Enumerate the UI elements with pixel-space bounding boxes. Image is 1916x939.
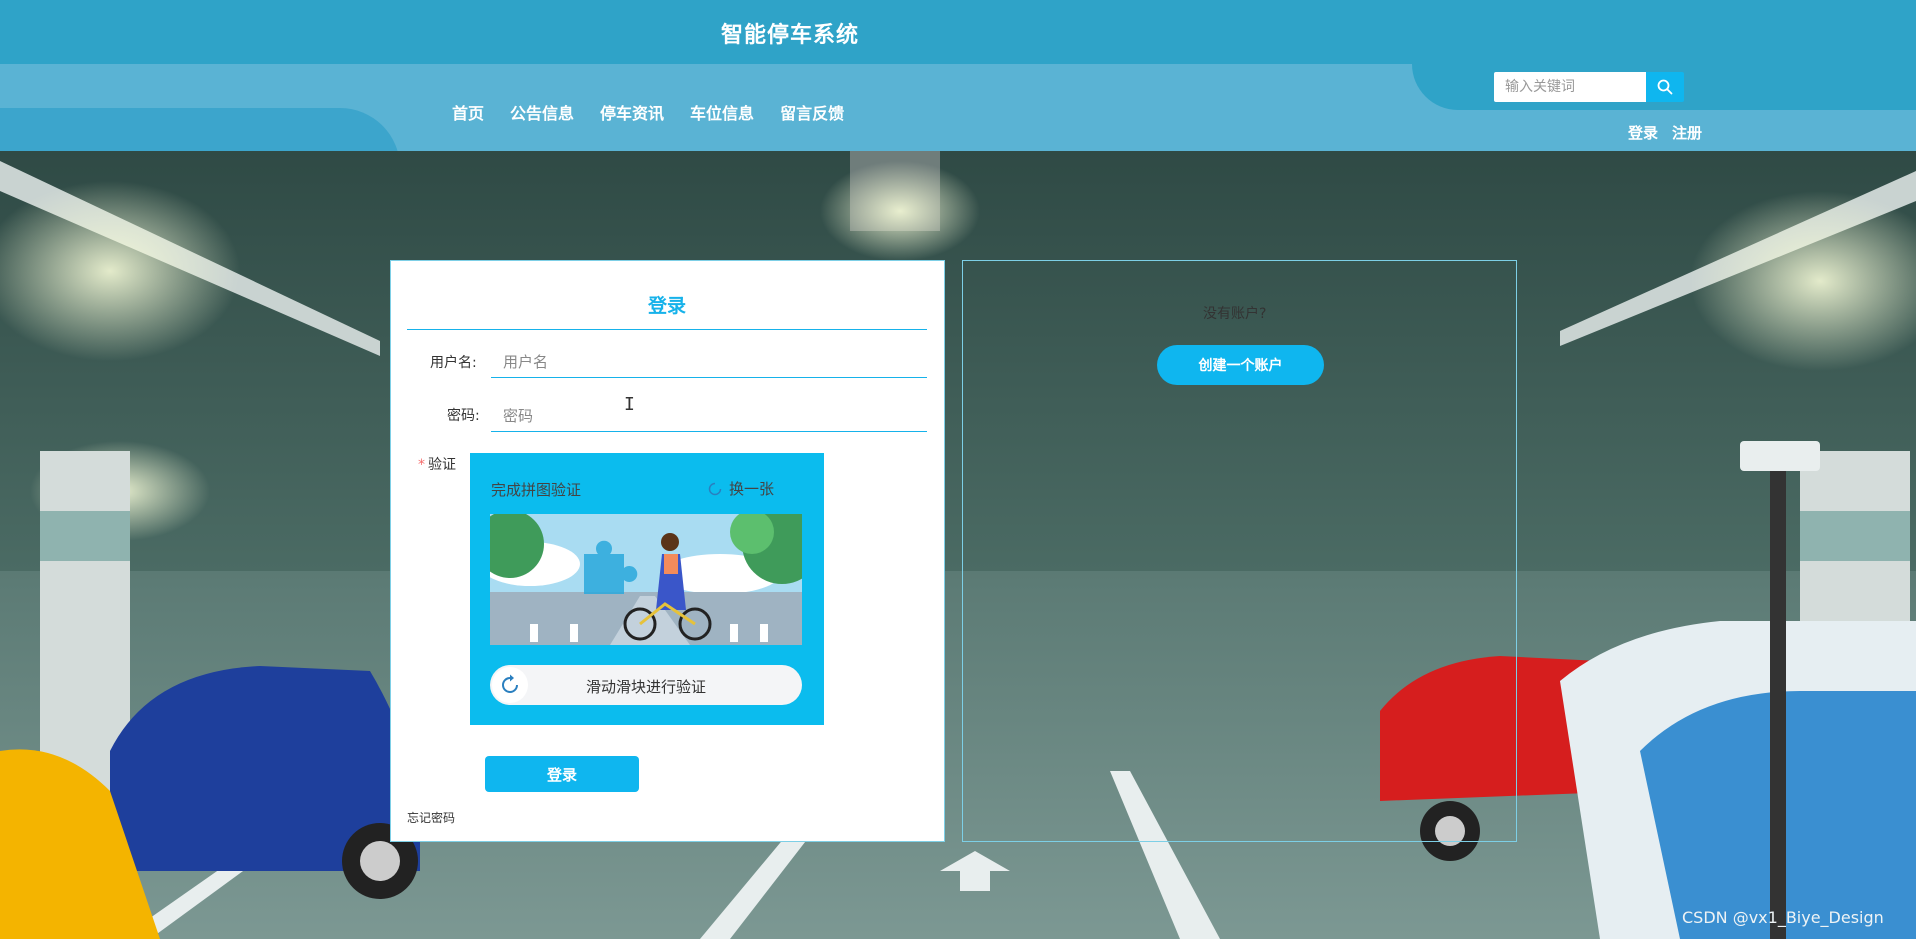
signup-panel: 没有账户? 创建一个账户 [962,260,1517,842]
top-header-bar: 智能停车系统 [0,0,1916,64]
parking-garage-background [0,151,1916,939]
forgot-password-link[interactable]: 忘记密码 [407,809,455,826]
login-panel: 登录 用户名: 密码: *验证 完成拼图验证 换一张 [390,260,945,842]
slider-refresh-icon [502,674,518,693]
captcha-title: 完成拼图验证 [491,481,582,499]
watermark: CSDN @vx1_Biye_Design [1682,908,1884,927]
heading-divider [407,329,927,330]
captcha-refresh-label: 换一张 [729,480,775,498]
puzzle-captcha: 完成拼图验证 换一张 滑动滑块进行验证 [470,453,824,725]
slider-handle[interactable] [492,667,528,703]
login-heading: 登录 [647,295,686,317]
nav-wave-decoration-left [0,108,400,151]
captcha-refresh-button[interactable]: 换一张 [707,478,774,499]
slider-instruction: 滑动滑块进行验证 [585,678,706,696]
captcha-slider-track[interactable]: 滑动滑块进行验证 [490,665,802,705]
nav-item-feedback[interactable]: 留言反馈 [780,100,844,124]
password-input[interactable] [491,400,927,432]
no-account-prompt: 没有账户? [1203,306,1267,322]
verify-label-wrap: * 验证 [418,454,456,474]
username-input[interactable] [491,346,927,378]
site-title: 智能停车系统 [720,23,859,48]
refresh-icon [708,482,722,495]
nav-item-parking-news[interactable]: 停车资讯 [600,100,664,124]
auth-links: 登录 注册 [1628,122,1702,143]
create-account-button[interactable]: 创建一个账户 [1157,345,1324,385]
required-mark: * [418,457,425,473]
password-label: 密码: [447,408,480,424]
username-label: 用户名: [430,355,477,371]
nav-item-parking-spaces[interactable]: 车位信息 [690,100,754,124]
captcha-puzzle-image [490,514,802,645]
search-input[interactable] [1494,72,1646,102]
login-link[interactable]: 登录 [1628,122,1658,143]
nav-item-home[interactable]: 首页 [452,100,484,124]
search-button[interactable] [1646,72,1684,102]
register-link[interactable]: 注册 [1672,122,1702,143]
search-box [1494,72,1684,102]
search-icon [1657,79,1673,95]
nav-item-announcements[interactable]: 公告信息 [510,100,574,124]
login-submit-button[interactable]: 登录 [485,756,639,792]
main-nav-menu: 首页 公告信息 停车资讯 车位信息 留言反馈 [452,100,844,124]
verify-label: 验证 [428,457,456,473]
text-cursor-icon: I [624,394,635,415]
